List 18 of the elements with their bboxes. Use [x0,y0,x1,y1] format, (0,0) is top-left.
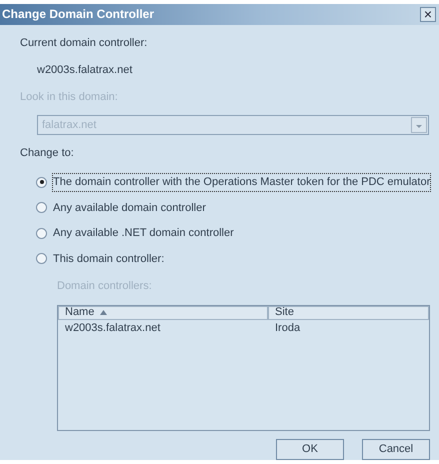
radio-label[interactable]: This domain controller: [53,250,164,268]
table-cell-text: w2003s.falatrax.net [64,320,162,336]
field-label: Change to: [20,146,75,161]
radio-label[interactable]: The domain controller with the Operations Master token for the PDC emulator [53,174,430,191]
current-controller-value: w2003s.falatrax.net [37,63,134,78]
field-label: Current domain controller: [20,36,148,51]
radio-label[interactable]: Any available .NET domain controller [53,225,234,242]
sort-arrow-icon [100,310,108,315]
ok-button[interactable]: OK [276,439,344,460]
radio-label[interactable]: Any available domain controller [53,200,206,216]
cancel-button[interactable]: Cancel [362,439,430,460]
window-title: Change Domain Controller [2,6,154,24]
radio-button[interactable] [36,202,47,214]
radio-button[interactable] [36,228,47,239]
radio-button[interactable] [36,176,47,188]
close-button[interactable]: × [420,6,436,22]
radio-button[interactable] [36,253,47,264]
table-cell-text: Iroda [274,320,302,336]
